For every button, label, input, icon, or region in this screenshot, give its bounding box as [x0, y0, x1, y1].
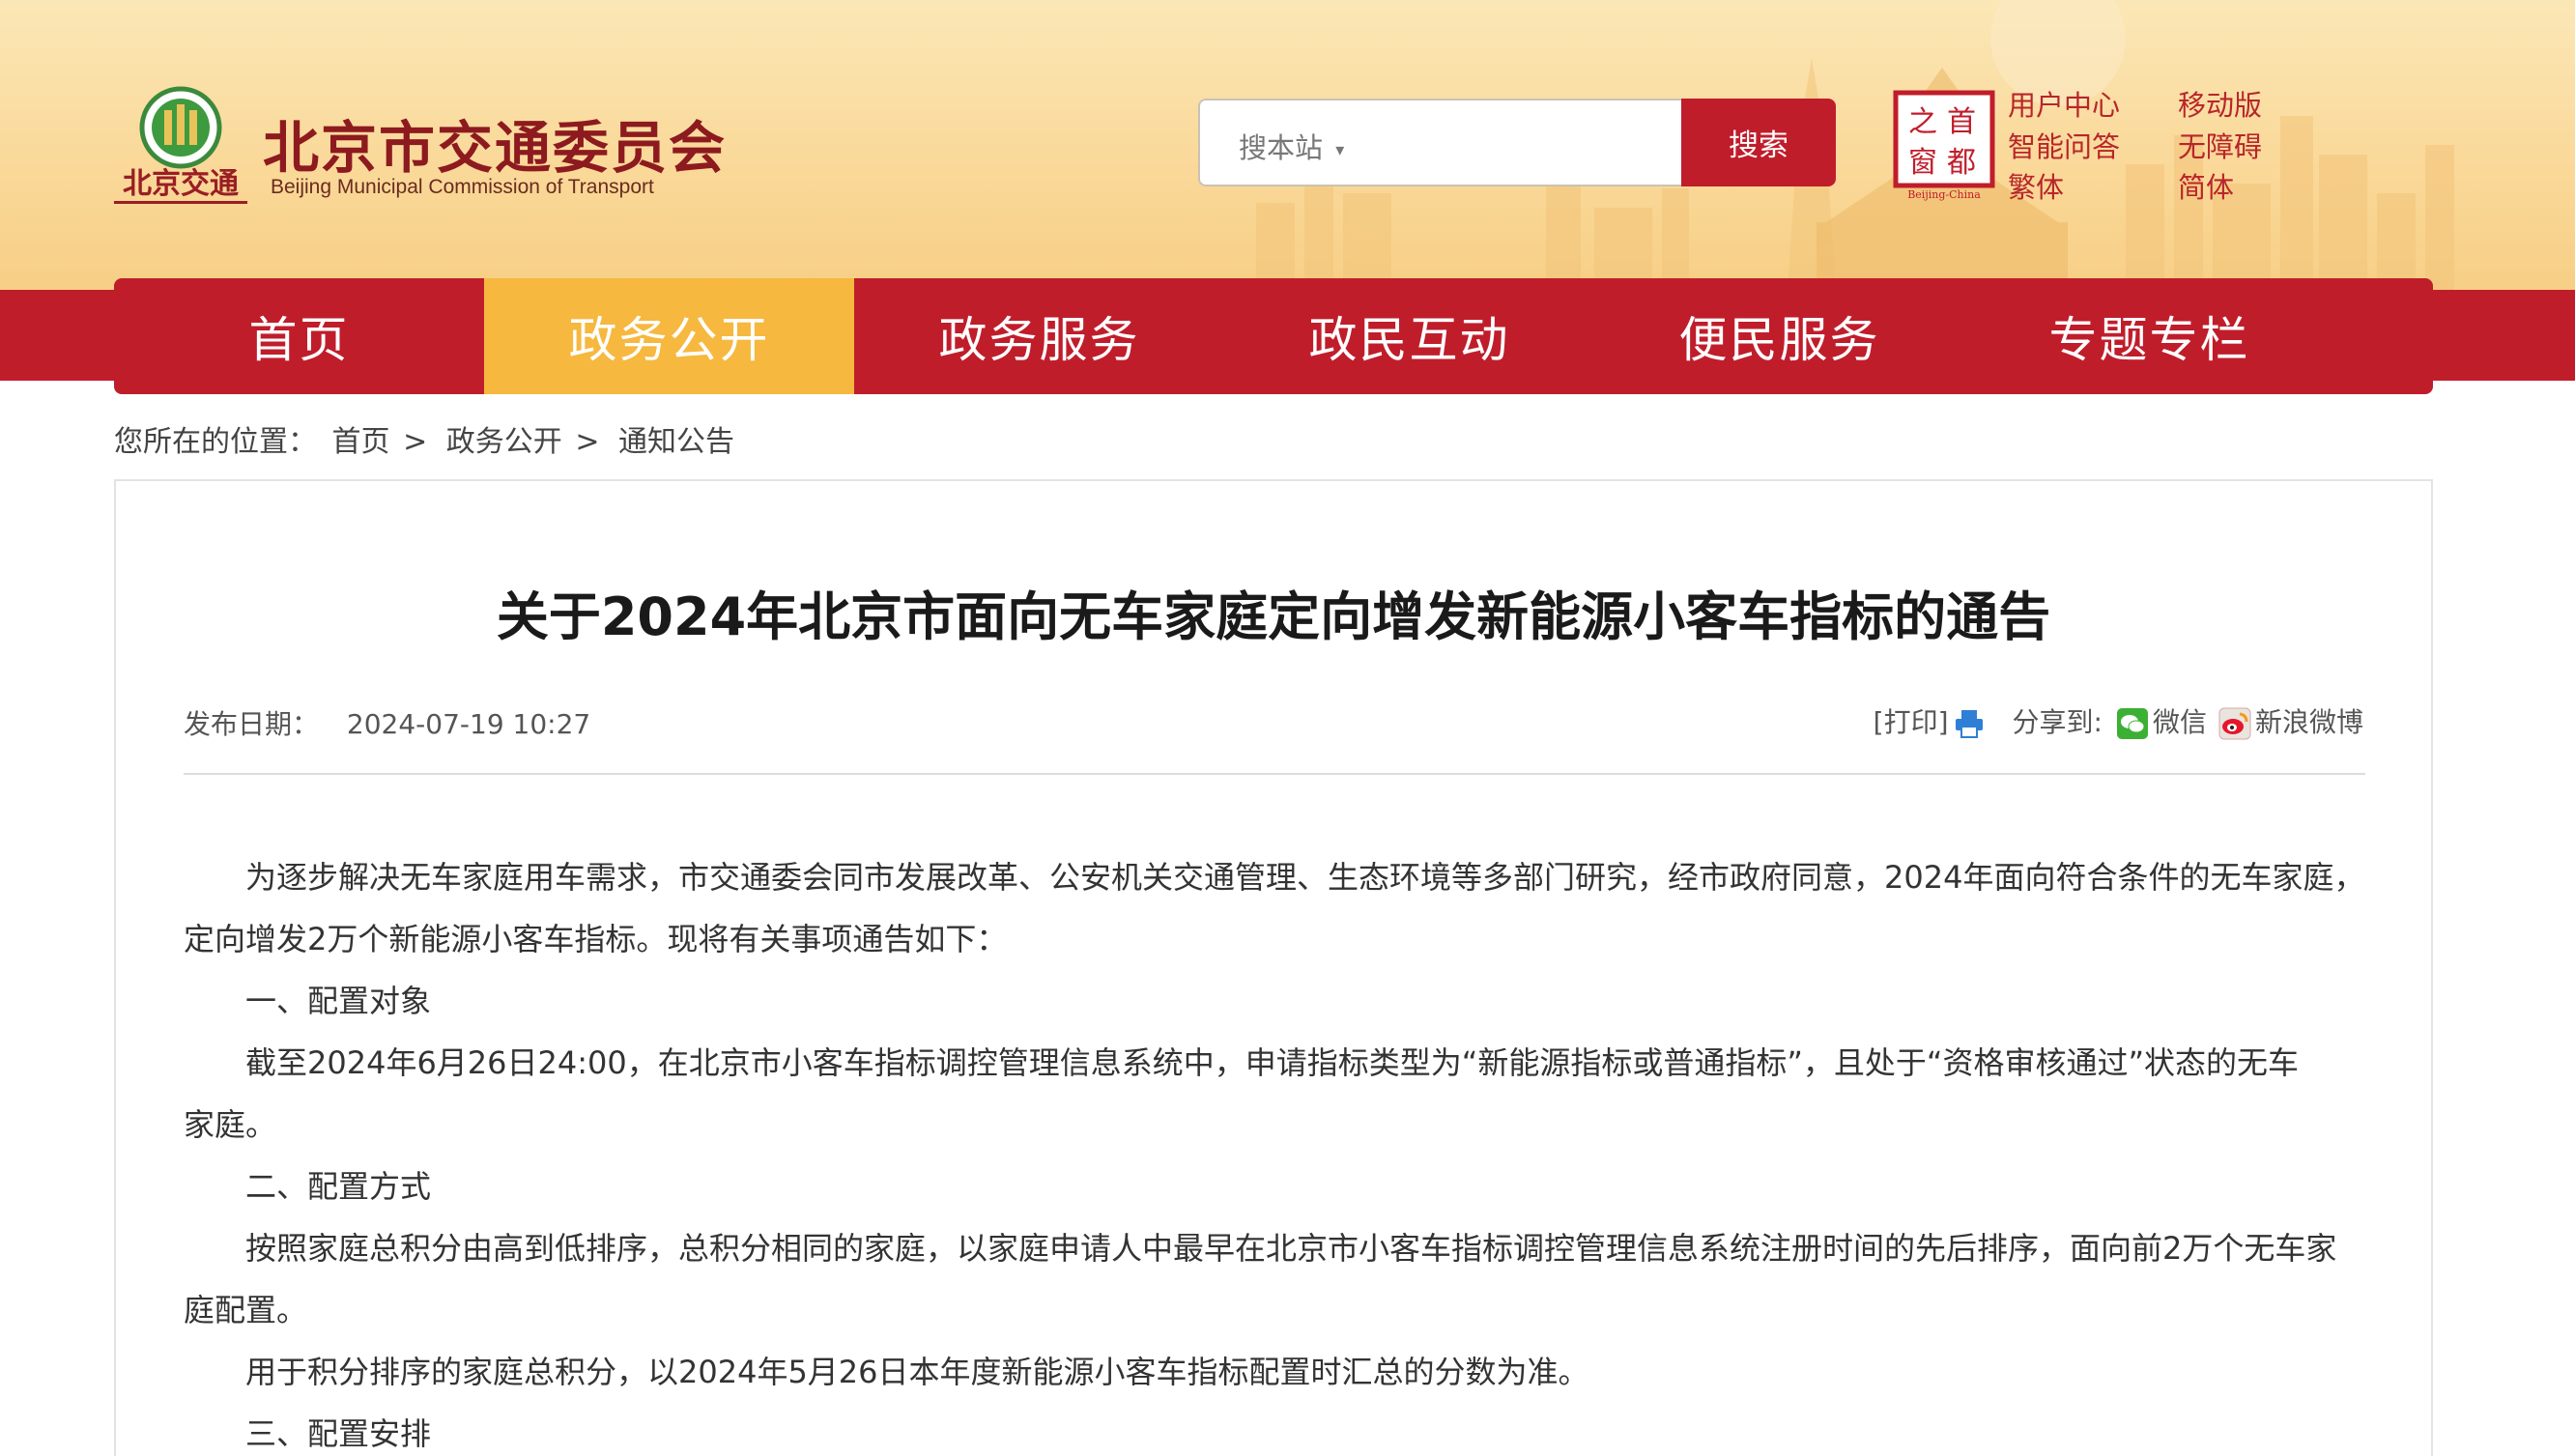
- logo-text: 北京交通: [123, 167, 239, 201]
- search-scope-dropdown[interactable]: 搜本站 ▾: [1239, 126, 1344, 166]
- site-name: 北京市交通委员会: [263, 115, 728, 181]
- share-weibo[interactable]: 新浪微博: [2215, 701, 2363, 740]
- nav-public-services[interactable]: 便民服务: [1594, 278, 1964, 394]
- beijing-transport-logo: 北京交通: [114, 86, 247, 204]
- publish-date-value: 2024-07-19 10:27: [346, 708, 591, 740]
- seal-char: 都: [1947, 146, 1976, 180]
- weibo-icon: [2218, 707, 2251, 740]
- breadcrumb-notices[interactable]: 通知公告: [618, 425, 734, 459]
- article-card: 关于2024年北京市面向无车家庭定向增发新能源小客车指标的通告 发布日期： 20…: [114, 479, 2433, 1456]
- section-heading: 一、配置对象: [245, 983, 432, 1019]
- main-nav: 首页 政务公开 政务服务 政民互动 便民服务 专题专栏: [114, 278, 2433, 394]
- nav-home[interactable]: 首页: [114, 278, 484, 394]
- link-mobile[interactable]: 移动版: [2178, 83, 2262, 124]
- nav-gov-services[interactable]: 政务服务: [854, 278, 1224, 394]
- seal-char: 之: [1908, 105, 1937, 139]
- wechat-icon: [2116, 708, 2148, 739]
- search-input[interactable]: [1364, 114, 1674, 172]
- nav-gov-affairs-open[interactable]: 政务公开: [484, 278, 854, 394]
- publish-date: 发布日期： 2024-07-19 10:27: [184, 703, 590, 742]
- caret-down-icon: ▾: [1335, 139, 1345, 160]
- breadcrumb-separator: >: [575, 425, 600, 459]
- publish-date-label: 发布日期：: [184, 708, 320, 740]
- article-body: 为逐步解决无车家庭用车需求，市交通委会同市发展改革、公安机关交通管理、生态环境等…: [184, 846, 2365, 1456]
- nav-special-topics[interactable]: 专题专栏: [1964, 278, 2334, 394]
- site-subtitle: Beijing Municipal Commission of Transpor…: [271, 176, 654, 198]
- paragraph: 用于积分排序的家庭总积分，以2024年5月26日本年度新能源小客车指标配置时汇总…: [245, 1354, 1589, 1390]
- share-wechat[interactable]: 微信: [2112, 701, 2207, 740]
- print-label: [打印]: [1873, 706, 1949, 738]
- article-tools: [打印] 分享到: 微信 新浪微博: [1874, 701, 2363, 740]
- section-heading: 二、配置方式: [245, 1168, 432, 1205]
- breadcrumb-label: 您所在的位置：: [114, 425, 317, 459]
- search-box: 搜本站 ▾: [1198, 99, 1683, 186]
- breadcrumb: 您所在的位置： 首页 > 政务公开 > 通知公告: [114, 417, 734, 460]
- paragraph: 庭配置。: [184, 1292, 308, 1328]
- print-link[interactable]: [打印]: [1874, 701, 1989, 740]
- nav-interaction[interactable]: 政民互动: [1224, 278, 1594, 394]
- capital-window-seal-logo[interactable]: 首 都 之 窗 Beijing-China: [1892, 89, 1996, 201]
- article-title: 关于2024年北京市面向无车家庭定向增发新能源小客车指标的通告: [496, 586, 2051, 647]
- weibo-label: 新浪微博: [2254, 706, 2363, 738]
- link-smart-qa[interactable]: 智能问答: [2008, 125, 2120, 165]
- title-divider: [184, 773, 2365, 775]
- link-traditional[interactable]: 繁体: [2008, 165, 2064, 206]
- link-user-center[interactable]: 用户中心: [2008, 83, 2120, 124]
- search-button[interactable]: 搜索: [1681, 99, 1836, 186]
- breadcrumb-home[interactable]: 首页: [332, 425, 390, 459]
- search-scope-label: 搜本站: [1239, 131, 1324, 164]
- seal-subtitle: Beijing-China: [1907, 188, 1981, 201]
- paragraph: 定向增发2万个新能源小客车指标。现将有关事项通告如下：: [184, 921, 1008, 957]
- link-simplified[interactable]: 简体: [2178, 165, 2234, 206]
- breadcrumb-gov-affairs-open[interactable]: 政务公开: [446, 425, 562, 459]
- seal-char: 窗: [1908, 146, 1937, 180]
- paragraph: 为逐步解决无车家庭用车需求，市交通委会同市发展改革、公安机关交通管理、生态环境等…: [245, 859, 2365, 896]
- section-heading: 三、配置安排: [245, 1415, 432, 1452]
- share-label: 分享到:: [2012, 706, 2103, 738]
- paragraph: 家庭。: [184, 1106, 277, 1143]
- breadcrumb-separator: >: [403, 425, 428, 459]
- link-accessibility[interactable]: 无障碍: [2178, 125, 2262, 165]
- site-header: 北京交通 北京市交通委员会 Beijing Municipal Commissi…: [0, 0, 2575, 290]
- printer-icon: [1955, 710, 1983, 738]
- paragraph: 按照家庭总积分由高到低排序，总积分相同的家庭，以家庭申请人中最早在北京市小客车指…: [245, 1230, 2337, 1267]
- wechat-label: 微信: [2152, 706, 2207, 738]
- seal-char: 首: [1947, 105, 1976, 139]
- paragraph: 截至2024年6月26日24:00，在北京市小客车指标调控管理信息系统中，申请指…: [245, 1044, 2300, 1081]
